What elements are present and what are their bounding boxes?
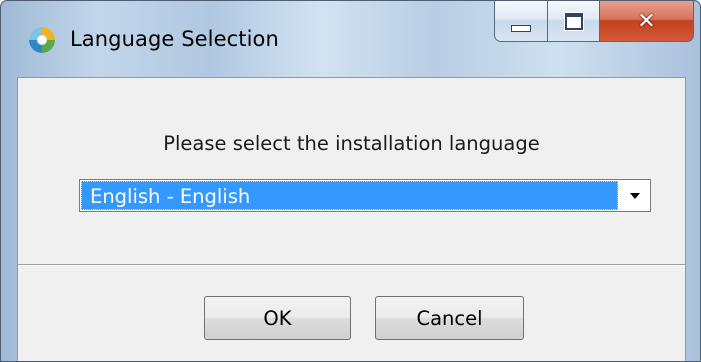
cancel-button[interactable]: Cancel bbox=[375, 296, 524, 340]
maximize-button[interactable] bbox=[548, 1, 600, 42]
language-selection-window: Language Selection ✕ Please select the i… bbox=[0, 0, 701, 362]
ok-button[interactable]: OK bbox=[204, 296, 351, 340]
installation-language-prompt: Please select the installation language bbox=[163, 132, 540, 155]
maximize-icon bbox=[564, 12, 583, 30]
close-icon: ✕ bbox=[637, 8, 656, 34]
chevron-down-icon[interactable] bbox=[619, 180, 650, 211]
installer-swirl-icon bbox=[29, 27, 55, 53]
dialog-client-area: Please select the installation language … bbox=[17, 77, 686, 361]
close-button[interactable]: ✕ bbox=[600, 1, 694, 42]
divider bbox=[18, 264, 685, 266]
window-title: Language Selection bbox=[70, 27, 279, 51]
caption-buttons: ✕ bbox=[494, 1, 694, 45]
minimize-button[interactable] bbox=[494, 1, 548, 42]
language-dropdown[interactable]: English - English bbox=[79, 179, 651, 212]
title-bar[interactable]: Language Selection ✕ bbox=[1, 1, 700, 77]
minimize-icon bbox=[511, 24, 531, 32]
language-dropdown-selected-value: English - English bbox=[81, 181, 618, 210]
